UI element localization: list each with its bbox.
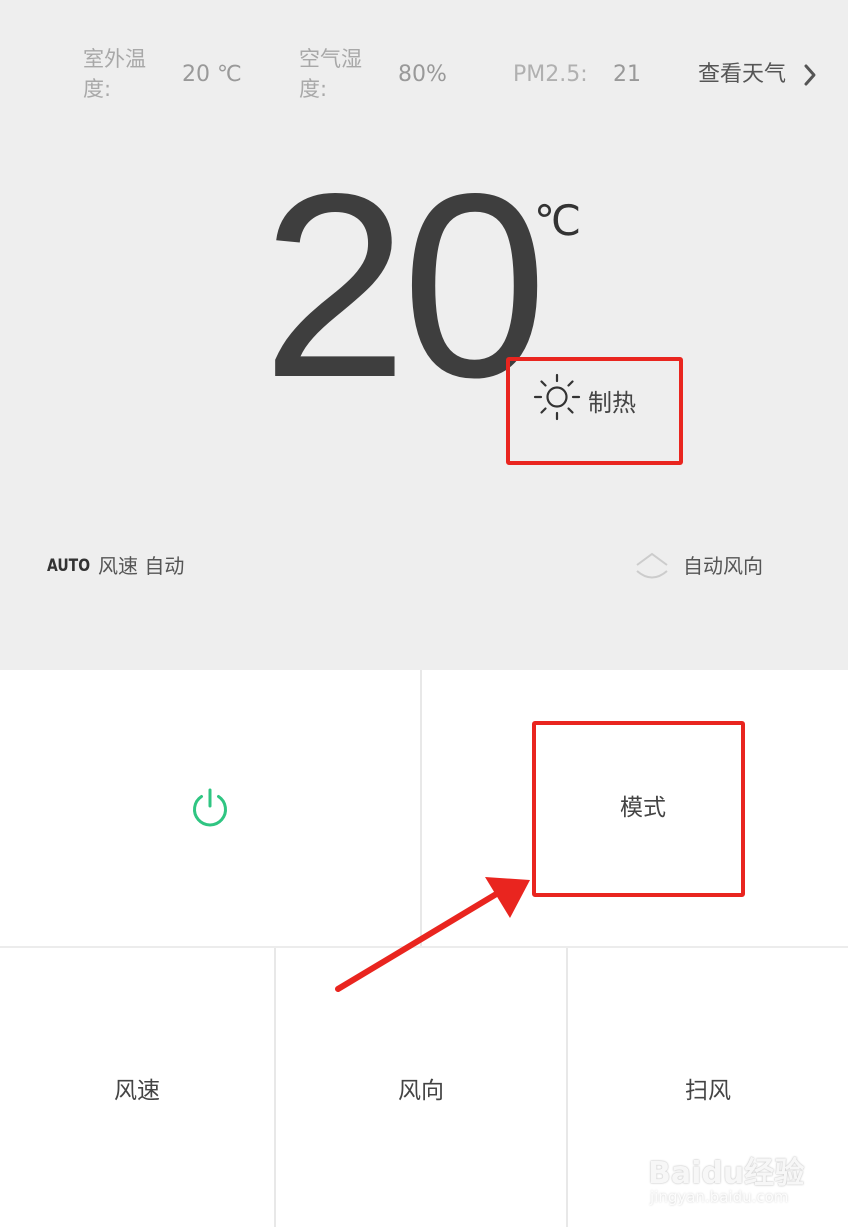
direction-button-label: 风向 [398, 1077, 444, 1104]
fan-speed-button[interactable]: 风速 [0, 948, 274, 1227]
fan-speed-button-label: 风速 [114, 1077, 160, 1104]
power-icon [193, 788, 227, 827]
chevron-right-icon[interactable] [799, 62, 821, 88]
pm-value: 21 [613, 62, 641, 87]
humidity-label: 空气湿度: [299, 47, 362, 101]
status-panel: 室外温度: 20 ℃ 空气湿度: 80% PM2.5: 21 查看天气 20 ℃… [0, 0, 848, 670]
pm-label: PM2.5: [513, 62, 588, 87]
fan-speed-status: 风速 自动 [98, 554, 185, 578]
direction-button[interactable]: 风向 [276, 948, 566, 1227]
outdoor-temp-label: 室外温度: [83, 47, 146, 101]
watermark-url: jingyan.baidu.com [650, 1188, 789, 1206]
temperature-unit: ℃ [534, 196, 582, 245]
mode-button-highlight-box [532, 721, 745, 897]
wind-direction-icon [636, 552, 668, 579]
mode-highlight-box [506, 357, 683, 465]
power-button[interactable] [0, 670, 420, 946]
divider [420, 670, 422, 946]
outdoor-temp-value: 20 ℃ [182, 62, 242, 87]
swing-button-label: 扫风 [685, 1077, 731, 1104]
view-weather-link[interactable]: 查看天气 [698, 60, 786, 90]
wind-direction-status: 自动风向 [683, 554, 763, 578]
target-temperature: 20 [262, 139, 547, 432]
watermark-logo: Baidu经验 [648, 1156, 805, 1191]
auto-badge: AUTO [47, 556, 91, 576]
humidity-value: 80% [398, 62, 447, 87]
